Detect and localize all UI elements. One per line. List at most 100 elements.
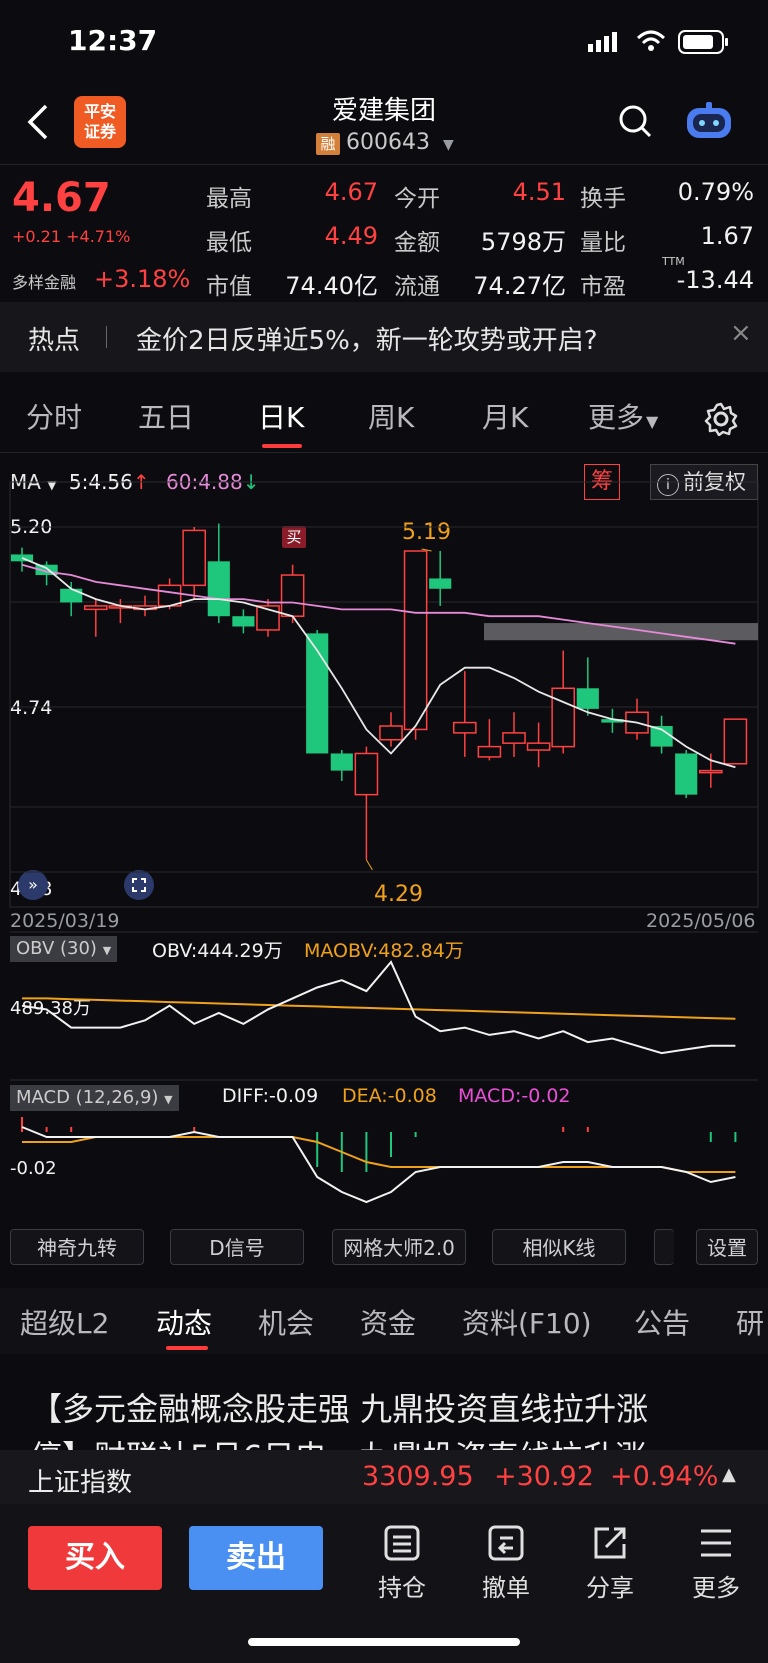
tools-settings-button[interactable]: 设置: [696, 1229, 758, 1265]
open-value: 4.51: [512, 178, 566, 206]
close-icon[interactable]: ×: [730, 318, 752, 348]
stock-code-selector[interactable]: 融 600643 ▼: [316, 130, 454, 155]
clock: 12:37: [68, 24, 158, 57]
holdings-button[interactable]: 持仓: [362, 1524, 442, 1603]
share-label: 分享: [586, 1574, 634, 1602]
mktcap-label: 市值: [206, 274, 252, 300]
candle-body: [477, 745, 502, 758]
cancel-order-button[interactable]: 撤单: [466, 1524, 546, 1603]
candle-body: [232, 616, 255, 627]
grid-master-tool-button[interactable]: 网格大师2.0: [332, 1229, 466, 1265]
menu-icon: [701, 1529, 731, 1557]
divider: [106, 326, 107, 348]
document-icon: [384, 1525, 420, 1561]
tab-opportunity[interactable]: 机会: [258, 1302, 314, 1342]
float-value: 74.27亿: [473, 272, 566, 300]
undo-icon: [488, 1525, 524, 1561]
kline-chart[interactable]: [0, 452, 768, 1222]
ma5-line: [21, 557, 736, 769]
candle-body: [551, 687, 576, 748]
share-button[interactable]: 分享: [570, 1524, 650, 1603]
caret-up-icon[interactable]: ▲: [722, 1464, 736, 1485]
robot-assistant-icon[interactable]: [684, 100, 734, 142]
tool-button-partial[interactable]: [654, 1229, 674, 1265]
chip-concentration-band: [484, 623, 758, 641]
tab-daily-k[interactable]: 日K: [258, 396, 304, 436]
candle-body: [182, 529, 207, 587]
tab-research[interactable]: 研: [736, 1302, 764, 1342]
index-pct: +0.94%: [610, 1461, 719, 1492]
sell-button[interactable]: 卖出: [189, 1526, 323, 1590]
pe-label: 市盈: [580, 274, 626, 300]
similar-kline-tool-button[interactable]: 相似K线: [492, 1229, 626, 1265]
index-name: 上证指数: [28, 1468, 133, 1498]
candle-body: [452, 721, 477, 734]
wifi-icon: [636, 30, 666, 51]
news-body: 停】财联社5月6日电，九鼎投资直线拉升涨: [30, 1432, 647, 1450]
open-label: 今开: [394, 186, 440, 212]
hot-news-bar[interactable]: 热点 金价2日反弹近5%，新一轮攻势或开启? ×: [0, 302, 768, 372]
d-signal-tool-button[interactable]: D信号: [170, 1229, 304, 1265]
status-bar: 12:37: [0, 0, 768, 84]
candle-body: [526, 742, 551, 751]
share-icon: [594, 1527, 626, 1559]
candle-body: [698, 769, 723, 774]
high-value: 4.67: [324, 178, 378, 206]
mktcap-value: 74.40亿: [285, 272, 378, 300]
tab-f10[interactable]: 资料(F10): [462, 1302, 592, 1342]
index-ticker[interactable]: 上证指数 3309.95 +30.92 +0.94% ▲: [0, 1450, 768, 1504]
candle-body: [379, 725, 403, 741]
pe-value: -13.44: [676, 266, 754, 294]
amount-value: 5798万: [480, 228, 566, 256]
cancel-order-label: 撤单: [482, 1574, 530, 1602]
low-pointer: [365, 859, 373, 871]
candle-body: [330, 753, 353, 771]
tab-5day[interactable]: 五日: [138, 396, 194, 436]
search-icon[interactable]: [618, 104, 652, 140]
signal-icon: [588, 32, 617, 52]
volratio-label: 量比: [580, 230, 626, 256]
tab-super-l2[interactable]: 超级L2: [20, 1302, 109, 1342]
float-label: 流通: [394, 274, 440, 300]
volratio-value: 1.67: [700, 222, 754, 250]
candle-body: [207, 561, 230, 617]
battery-icon: [678, 30, 728, 54]
tab-weekly-k[interactable]: 周K: [368, 396, 414, 436]
settings-gear-icon[interactable]: [704, 402, 738, 436]
sector-change: +3.18%: [94, 265, 191, 293]
margin-badge: 融: [316, 133, 340, 155]
candle-body: [280, 574, 305, 617]
buy-button[interactable]: 买入: [28, 1526, 162, 1590]
more-button[interactable]: 更多: [676, 1524, 756, 1603]
low-label: 最低: [206, 230, 252, 256]
news-item[interactable]: 【多元金融概念股走强 九鼎投资直线拉升涨 停】财联社5月6日电，九鼎投资直线拉升…: [0, 1370, 768, 1450]
bottom-action-bar: 买入 卖出 持仓 撤单 分享 更多: [0, 1504, 768, 1663]
tab-monthly-k[interactable]: 月K: [482, 396, 528, 436]
tab-news[interactable]: 动态: [156, 1302, 212, 1342]
chevron-down-icon: ▼: [442, 137, 454, 153]
turnover-value: 0.79%: [677, 178, 754, 206]
more-label: 更多: [692, 1574, 740, 1602]
amount-label: 金额: [394, 230, 440, 256]
sector-label[interactable]: 多样金融: [12, 269, 76, 293]
tab-funds[interactable]: 资金: [360, 1302, 416, 1342]
tab-more-label: 更多: [588, 401, 645, 434]
nine-turn-tool-button[interactable]: 神奇九转: [10, 1229, 144, 1265]
change-pct: +4.71%: [66, 227, 131, 246]
low-value: 4.49: [324, 222, 378, 250]
index-value: 3309.95: [362, 1461, 474, 1492]
hot-headline: 金价2日反弹近5%，新一轮攻势或开启?: [136, 326, 598, 356]
news-headline: 【多元金融概念股走强 九鼎投资直线拉升涨: [30, 1390, 649, 1428]
index-change: +30.92: [494, 1461, 594, 1492]
tab-more[interactable]: 更多 ▼: [588, 396, 658, 436]
tab-announcement[interactable]: 公告: [634, 1302, 690, 1342]
info-tabs: 超级L2 动态 机会 资金 资料(F10) 公告 研: [0, 1288, 768, 1354]
candle-body: [403, 550, 428, 731]
turnover-label: 换手: [580, 186, 626, 212]
candle-body: [60, 588, 83, 603]
price-change: +0.21 +4.71%: [12, 227, 130, 246]
tab-intraday[interactable]: 分时: [26, 396, 82, 436]
maobv-line: [22, 997, 736, 1020]
change-abs: +0.21: [12, 227, 62, 246]
chart-frame: [9, 481, 759, 908]
